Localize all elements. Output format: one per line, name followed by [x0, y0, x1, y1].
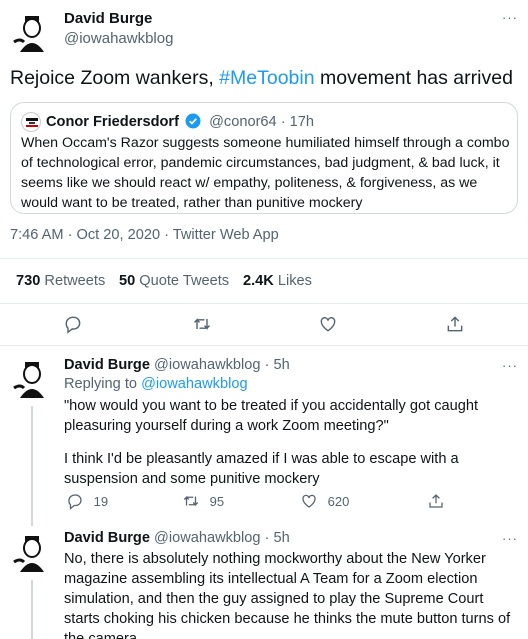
replying-to: Replying to @iowahawkblog [64, 376, 248, 392]
divider [0, 258, 528, 259]
author-handle[interactable]: @iowahawkblog [64, 30, 173, 47]
quoted-header: Conor Friedersdorf @conor64 · 17h [46, 113, 314, 133]
like-action[interactable]: 620 [300, 492, 349, 510]
reply-icon [68, 494, 82, 510]
reply-count: 19 [93, 494, 109, 509]
retweet-action[interactable]: 95 [182, 492, 224, 510]
retweet-icon [183, 495, 199, 507]
replying-to-link[interactable]: @iowahawkblog [141, 376, 248, 392]
hashtag-link[interactable]: #MeToobin [219, 67, 314, 89]
tweet-text: Rejoice Zoom wankers, #MeToobin movement… [10, 67, 513, 89]
share-icon[interactable] [445, 314, 465, 339]
retweets-stat[interactable]: 730 Retweets [16, 273, 105, 289]
reply-text-p1: "how would you want to be treated if you… [64, 398, 479, 434]
likes-stat[interactable]: 2.4K Likes [243, 273, 312, 289]
reply-action[interactable]: 19 [66, 492, 108, 510]
more-icon[interactable]: ··· [502, 10, 518, 25]
reply-text: No, there is absolutely nothing mockwort… [64, 551, 511, 639]
more-icon[interactable]: ··· [502, 531, 518, 546]
quoted-handle: @conor64 [209, 114, 277, 130]
reply-avatar[interactable] [8, 354, 56, 402]
reply-text-p2: I think I'd be pleasantly amazed if I wa… [64, 451, 459, 487]
reply-author-handle[interactable]: @iowahawkblog [154, 357, 261, 373]
quoted-text: When Occam's Razor suggests someone humi… [21, 135, 510, 211]
like-count: 620 [327, 494, 350, 509]
verified-icon [185, 113, 201, 133]
divider [0, 345, 528, 346]
reply-time[interactable]: · 5h [265, 357, 290, 373]
author-name[interactable]: David Burge [64, 10, 152, 27]
thread-line [31, 580, 33, 639]
reply-time[interactable]: · 5h [265, 530, 290, 546]
reply-icon[interactable] [63, 314, 83, 339]
retweet-count: 95 [209, 494, 225, 509]
quoted-avatar [21, 112, 41, 132]
like-icon [302, 494, 316, 508]
retweet-icon[interactable] [192, 314, 212, 339]
thread-line [31, 406, 33, 526]
reply-author-handle[interactable]: @iowahawkblog [154, 530, 261, 546]
reply-author-name[interactable]: David Burge [64, 530, 150, 546]
reply-header: David Burge @iowahawkblog · 5h [64, 357, 290, 373]
divider [0, 303, 528, 304]
share-icon[interactable] [427, 492, 445, 515]
like-icon[interactable] [318, 314, 338, 339]
reply-author-name[interactable]: David Burge [64, 357, 150, 373]
reply-avatar[interactable] [8, 528, 56, 576]
tweet-timestamp[interactable]: 7:46 AM · Oct 20, 2020 · Twitter Web App [10, 227, 279, 243]
more-icon[interactable]: ··· [502, 358, 518, 373]
author-avatar[interactable] [8, 8, 56, 56]
quoted-time: 17h [289, 114, 315, 130]
quote-tweets-stat[interactable]: 50 Quote Tweets [119, 273, 229, 289]
reply-header: David Burge @iowahawkblog · 5h [64, 530, 290, 546]
quoted-author-name: Conor Friedersdorf [46, 114, 179, 130]
